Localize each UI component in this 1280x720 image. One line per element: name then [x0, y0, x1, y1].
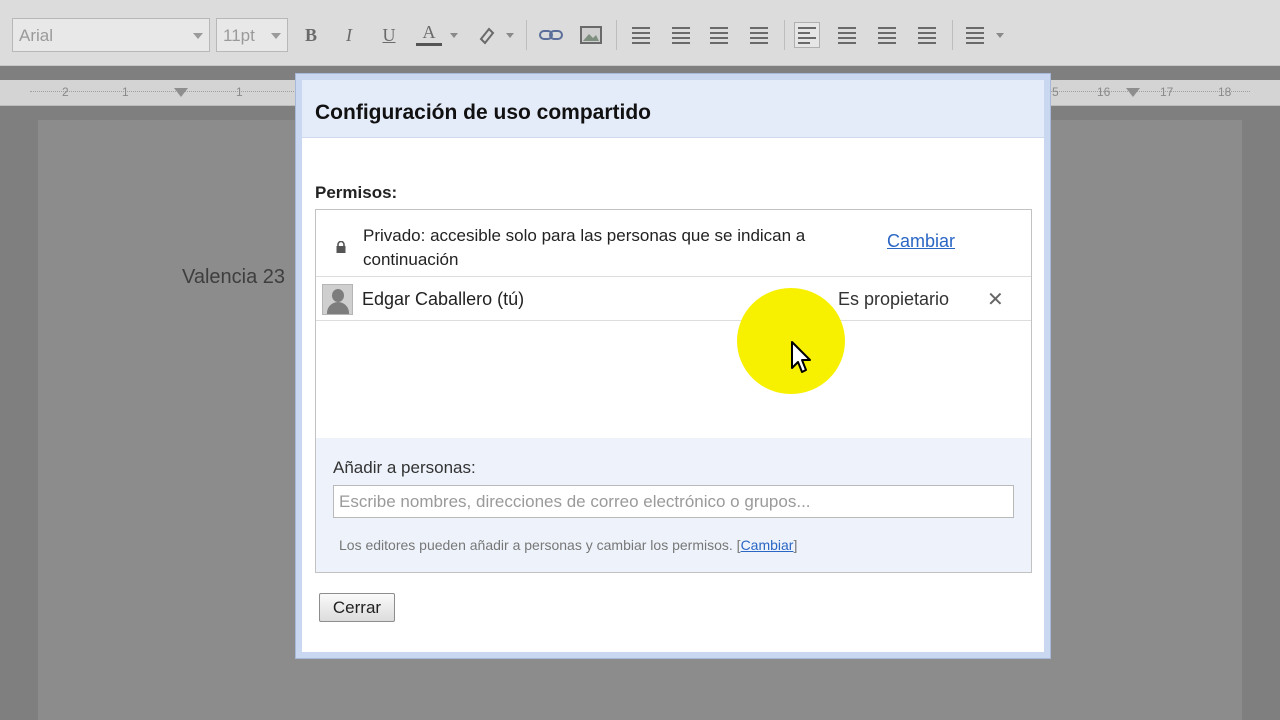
chevron-down-icon [450, 33, 458, 38]
chevron-down-icon [996, 33, 1004, 38]
collaborator-role: Es propietario [838, 289, 950, 309]
chevron-down-icon [271, 33, 281, 39]
link-icon[interactable] [538, 22, 564, 48]
lock-icon [336, 241, 346, 253]
justify-icon[interactable] [914, 22, 940, 48]
toolbar-divider [526, 20, 527, 50]
visibility-row: Privado: accesible solo para las persona… [316, 210, 1031, 277]
sharing-dialog: Configuración de uso compartido Permisos… [295, 73, 1051, 659]
numbered-list-icon[interactable] [628, 22, 654, 48]
chevron-down-icon [193, 33, 203, 39]
ruler-number: 2 [62, 85, 69, 99]
highlight-color-icon[interactable] [474, 22, 500, 48]
visibility-description: Privado: accesible solo para las persona… [363, 226, 806, 269]
right-indent-marker[interactable] [1126, 88, 1140, 97]
mouse-pointer-icon [791, 341, 811, 373]
document-text: Valencia 23 [182, 266, 286, 288]
add-people-section: Añadir a personas: Los editores pueden a… [316, 438, 1031, 572]
decrease-indent-icon[interactable] [706, 22, 732, 48]
close-button[interactable]: Cerrar [319, 593, 395, 622]
ruler-number: 1 [236, 85, 243, 99]
image-icon[interactable] [578, 22, 604, 48]
change-visibility-link[interactable]: Cambiar [887, 231, 955, 252]
text-color-button[interactable]: A [416, 22, 442, 46]
underline-label: U [382, 24, 396, 45]
permissions-label: Permisos: [315, 183, 398, 202]
font-size-value: 11pt [223, 26, 255, 45]
add-people-input[interactable] [333, 485, 1014, 518]
align-left-icon[interactable] [794, 22, 820, 48]
bulleted-list-icon[interactable] [668, 22, 694, 48]
toolbar-divider [616, 20, 617, 50]
font-family-value: Arial [19, 26, 54, 45]
dialog-body: Configuración de uso compartido Permisos… [302, 80, 1044, 652]
collaborator-row: Edgar Caballero (tú) Es propietario ✕ [316, 277, 1031, 321]
ruler-number: 1 [122, 85, 129, 99]
increase-indent-icon[interactable] [746, 22, 772, 48]
toolbar-divider [952, 20, 953, 50]
ruler-number: 16 [1097, 85, 1111, 99]
italic-label: I [346, 24, 352, 45]
add-people-label: Añadir a personas: [333, 458, 476, 477]
align-center-icon[interactable] [834, 22, 860, 48]
note-bracket-close: ] [793, 537, 798, 553]
align-right-icon[interactable] [874, 22, 900, 48]
font-family-select[interactable]: Arial [12, 18, 210, 52]
editor-toolbar: Arial 11pt B I U A [0, 0, 1280, 66]
font-size-select[interactable]: 11pt [216, 18, 288, 52]
left-indent-marker[interactable] [174, 88, 188, 97]
close-icon[interactable]: ✕ [987, 287, 1004, 312]
bold-label: B [304, 24, 317, 45]
ruler-number: 18 [1218, 85, 1232, 99]
editors-note: Los editores pueden añadir a personas y … [339, 537, 797, 553]
avatar [322, 284, 353, 315]
bold-button[interactable]: B [298, 22, 324, 48]
line-spacing-icon[interactable] [962, 22, 988, 48]
dialog-title: Configuración de uso compartido [315, 101, 652, 124]
chevron-down-icon [506, 33, 514, 38]
toolbar-divider [784, 20, 785, 50]
editors-note-text: Los editores pueden añadir a personas y … [339, 537, 733, 553]
text-color-label: A [422, 22, 436, 42]
italic-button[interactable]: I [336, 22, 362, 48]
permissions-box: Privado: accesible solo para las persona… [315, 209, 1032, 573]
change-editor-permissions-link[interactable]: Cambiar [741, 537, 794, 553]
ruler-number: 5 [1052, 85, 1059, 99]
underline-button[interactable]: U [376, 22, 402, 48]
ruler-number: 17 [1160, 85, 1174, 99]
collaborator-name: Edgar Caballero (tú) [362, 289, 525, 309]
dialog-header: Configuración de uso compartido [302, 80, 1044, 138]
